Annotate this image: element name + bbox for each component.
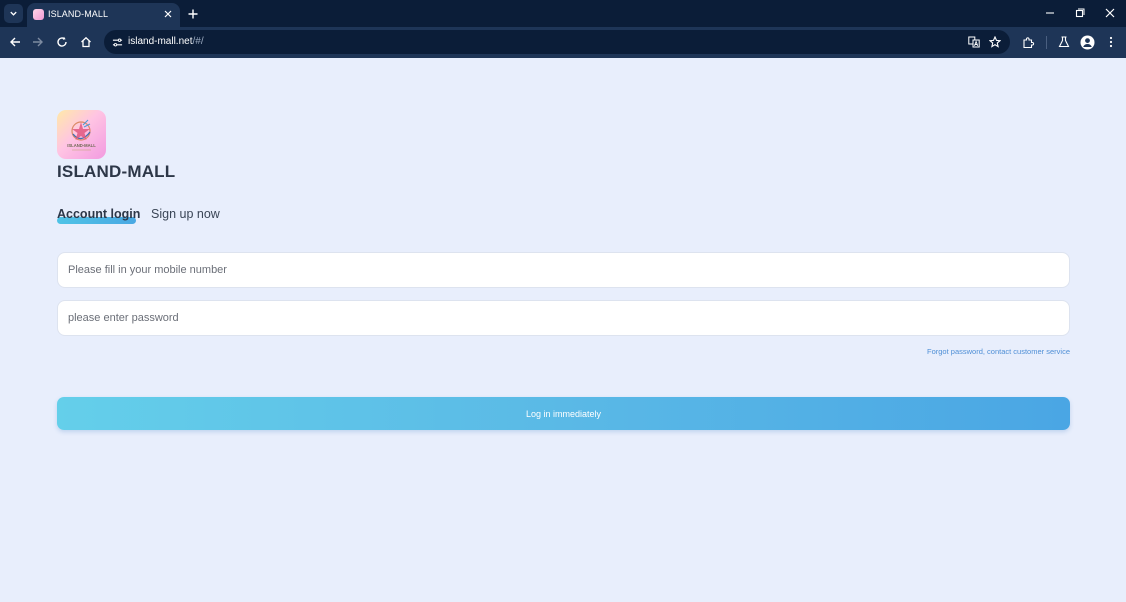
home-icon[interactable] [78,34,94,50]
url-text: island-mall.net/#/ [128,36,204,47]
forward-arrow-icon[interactable] [30,34,46,50]
plus-icon[interactable] [186,7,200,21]
restore-icon[interactable] [1073,6,1087,20]
favicon-icon [33,9,44,20]
browser-tab[interactable]: ISLAND-MALL [27,3,180,27]
page-title: ISLAND-MALL [57,162,176,181]
browser-toolbar: island-mall.net/#/ [0,27,1126,58]
tab-sign-up[interactable]: Sign up now [151,207,220,221]
reload-icon[interactable] [54,34,70,50]
back-arrow-icon[interactable] [7,34,23,50]
site-info-icon[interactable] [110,35,124,49]
tab-title: ISLAND-MALL [48,9,109,19]
more-vert-icon[interactable] [1103,34,1119,50]
url-path: /#/ [192,36,204,47]
toolbar-divider [1046,36,1047,49]
url-host: island-mall.net [128,36,193,47]
tab-account-login[interactable]: Account login [57,207,140,221]
password-field[interactable] [57,300,1070,336]
browser-tabstrip: ISLAND-MALL [0,0,1126,27]
profile-icon[interactable] [1079,34,1095,50]
address-bar[interactable]: island-mall.net/#/ [104,30,1010,54]
tab-account-login-label: Account login [57,207,141,221]
translate-icon[interactable] [967,35,981,49]
tab-list-icon[interactable] [4,4,23,23]
close-icon[interactable] [162,8,174,20]
mobile-field[interactable] [57,252,1070,288]
password-input[interactable] [68,301,1058,335]
extensions-icon[interactable] [1020,34,1036,50]
mobile-input[interactable] [68,253,1058,287]
forgot-password-link[interactable]: Forgot password, contact customer servic… [927,347,1070,356]
login-button[interactable]: Log in immediately [57,397,1070,430]
brand-logo: ISLAND-MALL [57,110,106,159]
login-button-label: Log in immediately [525,408,602,419]
logo-text: ISLAND-MALL [67,143,96,148]
minimize-icon[interactable] [1043,6,1057,20]
star-icon[interactable] [988,35,1002,49]
window-close-icon[interactable] [1103,6,1117,20]
labs-icon[interactable] [1056,34,1072,50]
